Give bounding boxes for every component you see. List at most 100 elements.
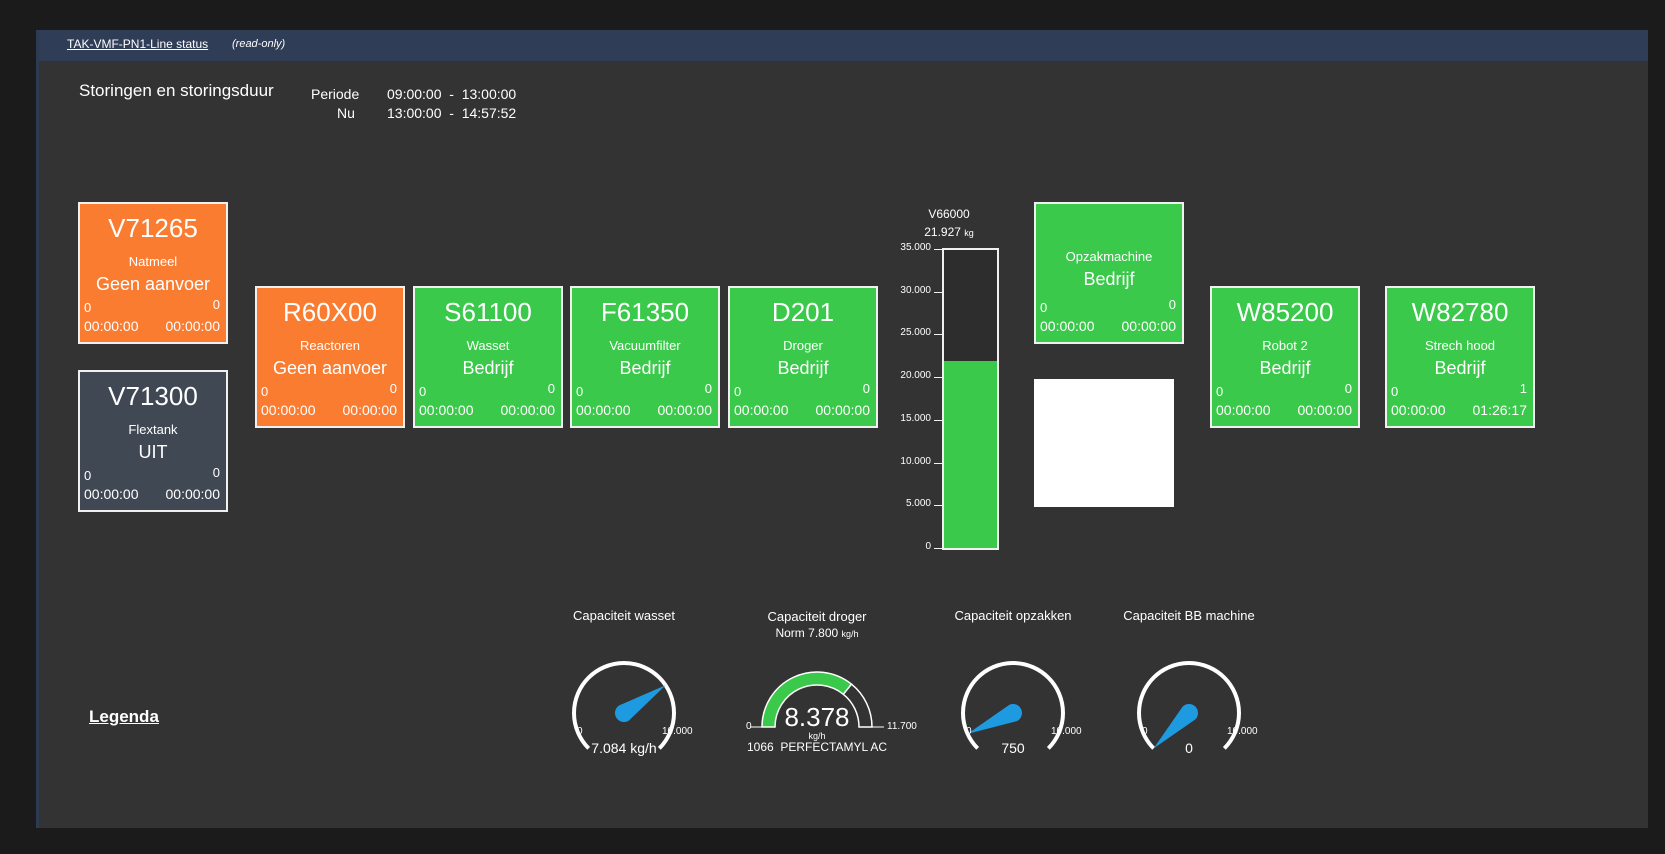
page-title: Storingen en storingsduur [79,81,274,100]
tile-count-left: 0 [734,384,742,399]
tile-count-right: 0 [1168,297,1176,312]
silo-tick-label: 5.000 [905,498,931,510]
gauges [572,661,1241,750]
tile-time-left: 00:00:00 [1391,402,1446,418]
silo-level-fill [944,361,997,548]
tile-count-right: 0 [862,381,870,396]
tile-name: Droger [783,338,823,353]
tile-count-left: 0 [1216,384,1224,399]
periode-label: Periode [311,86,360,102]
silo-tick-mark [934,249,942,250]
gauge-needle [614,685,666,723]
tile-state: Bedrijf [1083,269,1135,289]
silo-tick-mark [934,334,942,336]
tile-code: W85200 [1236,297,1334,327]
tile-w85200[interactable]: W85200 Robot 2 Bedrijf 0 0 00:00:00 00:0… [1210,286,1360,428]
tile-name: Natmeel [128,254,178,269]
tile-count-right: 0 [212,297,220,312]
tile-count-right: 0 [389,381,397,396]
droger-norm: Norm 7.800 kg/h [707,626,927,640]
tile-count-right: 0 [1344,381,1352,396]
tile-time-right: 00:00:00 [165,486,221,502]
tile-name: Reactoren [300,338,360,353]
tile-code: W82780 [1411,297,1509,327]
line-status-link[interactable]: TAK-VMF-PN1-Line status [67,37,208,51]
tile-count-right: 0 [547,381,555,396]
gauge-readout: 7.084 kg/h [591,740,657,756]
tile-time-right: 00:00:00 [165,318,221,334]
silo-tick-mark [934,548,942,549]
tile-time-right: 00:00:00 [815,402,871,418]
gauge-title: Capaciteit wasset [573,608,675,623]
droger-norm-unit: kg/h [841,629,859,639]
tile-name: Opzakmachine [1065,249,1153,264]
silo-tick-mark [934,291,942,293]
silo-tick-label: 0 [925,541,931,552]
tile-code: D201 [771,297,835,327]
tile-s61100[interactable]: S61100 Wasset Bedrijf 0 0 00:00:00 00:00… [413,286,563,428]
tile-count-right: 1 [1519,381,1527,396]
tile-state: Bedrijf [619,358,671,378]
gauge-title: Capaciteit BB machine [1123,608,1255,623]
droger-gauge-value: 8.378 [784,702,850,732]
tile-count-right: 0 [212,465,220,480]
tile-time-left: 00:00:00 [84,486,139,502]
silo-tick-label: 10.000 [900,455,931,467]
tile-name: Wasset [466,338,510,353]
tile-state: Bedrijf [777,358,829,378]
tile-time-right: 00:00:00 [500,402,556,418]
tile-count-left: 0 [84,300,92,315]
tile-count-left: 0 [419,384,427,399]
tile-code: V71300 [108,381,198,411]
legenda-link[interactable]: Legenda [89,707,159,727]
gauge-readout: 0 [1185,740,1193,756]
nu-value: 13:00:00 - 14:57:52 [387,105,517,121]
silo-value: 21.927 [924,225,961,239]
tile-d201[interactable]: D201 Droger Bedrijf 0 0 00:00:00 00:00:0… [728,286,878,428]
tile-time-right: 00:00:00 [657,402,713,418]
silo-tick-mark [934,505,942,507]
gauge-max-label: 10.000 [662,726,693,737]
silo-tick-mark [934,462,942,464]
tile-count-left: 0 [84,468,92,483]
tile-v71300[interactable]: V71300 Flextank UIT 0 0 00:00:00 00:00:0… [78,370,228,512]
tile-v71265[interactable]: V71265 Natmeel Geen aanvoer 0 0 00:00:00… [78,202,228,344]
tile-f61350[interactable]: F61350 Vacuumfilter Bedrijf 0 0 00:00:00… [570,286,720,428]
tile-time-right: 00:00:00 [1297,402,1353,418]
tile-time-left: 00:00:00 [84,318,139,334]
nu-label: Nu [337,105,355,121]
silo-tick-label: 15.000 [900,412,931,424]
gauge-min-label: 0 [966,726,972,737]
gauge-needle [967,703,1023,734]
tile-code: V71265 [108,213,198,243]
tile-r60x00[interactable]: R60X00 Reactoren Geen aanvoer 0 0 00:00:… [255,286,405,428]
tile-time-left: 00:00:00 [1040,318,1095,334]
title-bar: TAK-VMF-PN1-Line status (read-only) [39,30,1648,61]
gauge-max-label: 10.000 [1051,726,1082,737]
gauge-min-label: 0 [1142,726,1148,737]
tile-state: Geen aanvoer [272,358,388,378]
tile-count-left: 0 [576,384,584,399]
tile-time-right: 01:26:17 [1472,402,1528,418]
droger-product: 1066 PERFECTAMYL AC [746,740,888,754]
tile-code: R60X00 [283,297,377,327]
silo-name: V66000 [928,207,970,221]
tile-name: Flextank [128,422,178,437]
tile-time-left: 00:00:00 [734,402,789,418]
silo-value-line: 21.927 kg [919,225,979,239]
silo-tick-label: 20.000 [900,370,931,382]
gauge-max-label: 10.000 [1227,726,1258,737]
dashboard-panel: TAK-VMF-PN1-Line status (read-only) Stor… [36,30,1648,828]
tile-opzakmachine[interactable]: Opzakmachine Bedrijf 0 0 00:00:00 00:00:… [1034,202,1184,344]
droger-gauge-title: Capaciteit droger [767,609,867,624]
droger-norm-label: Norm [775,626,805,640]
tile-count-left: 0 [1040,300,1048,315]
silo-tick-label: 25.000 [900,327,931,339]
silo-tick-mark [934,419,942,421]
read-only-label: (read-only) [232,38,286,50]
tile-state: Bedrijf [462,358,514,378]
tile-count-right: 0 [704,381,712,396]
tile-w82780[interactable]: W82780 Strech hood Bedrijf 0 1 00:00:00 … [1385,286,1535,428]
tile-time-right: 00:00:00 [1121,318,1177,334]
tile-count-left: 0 [261,384,269,399]
